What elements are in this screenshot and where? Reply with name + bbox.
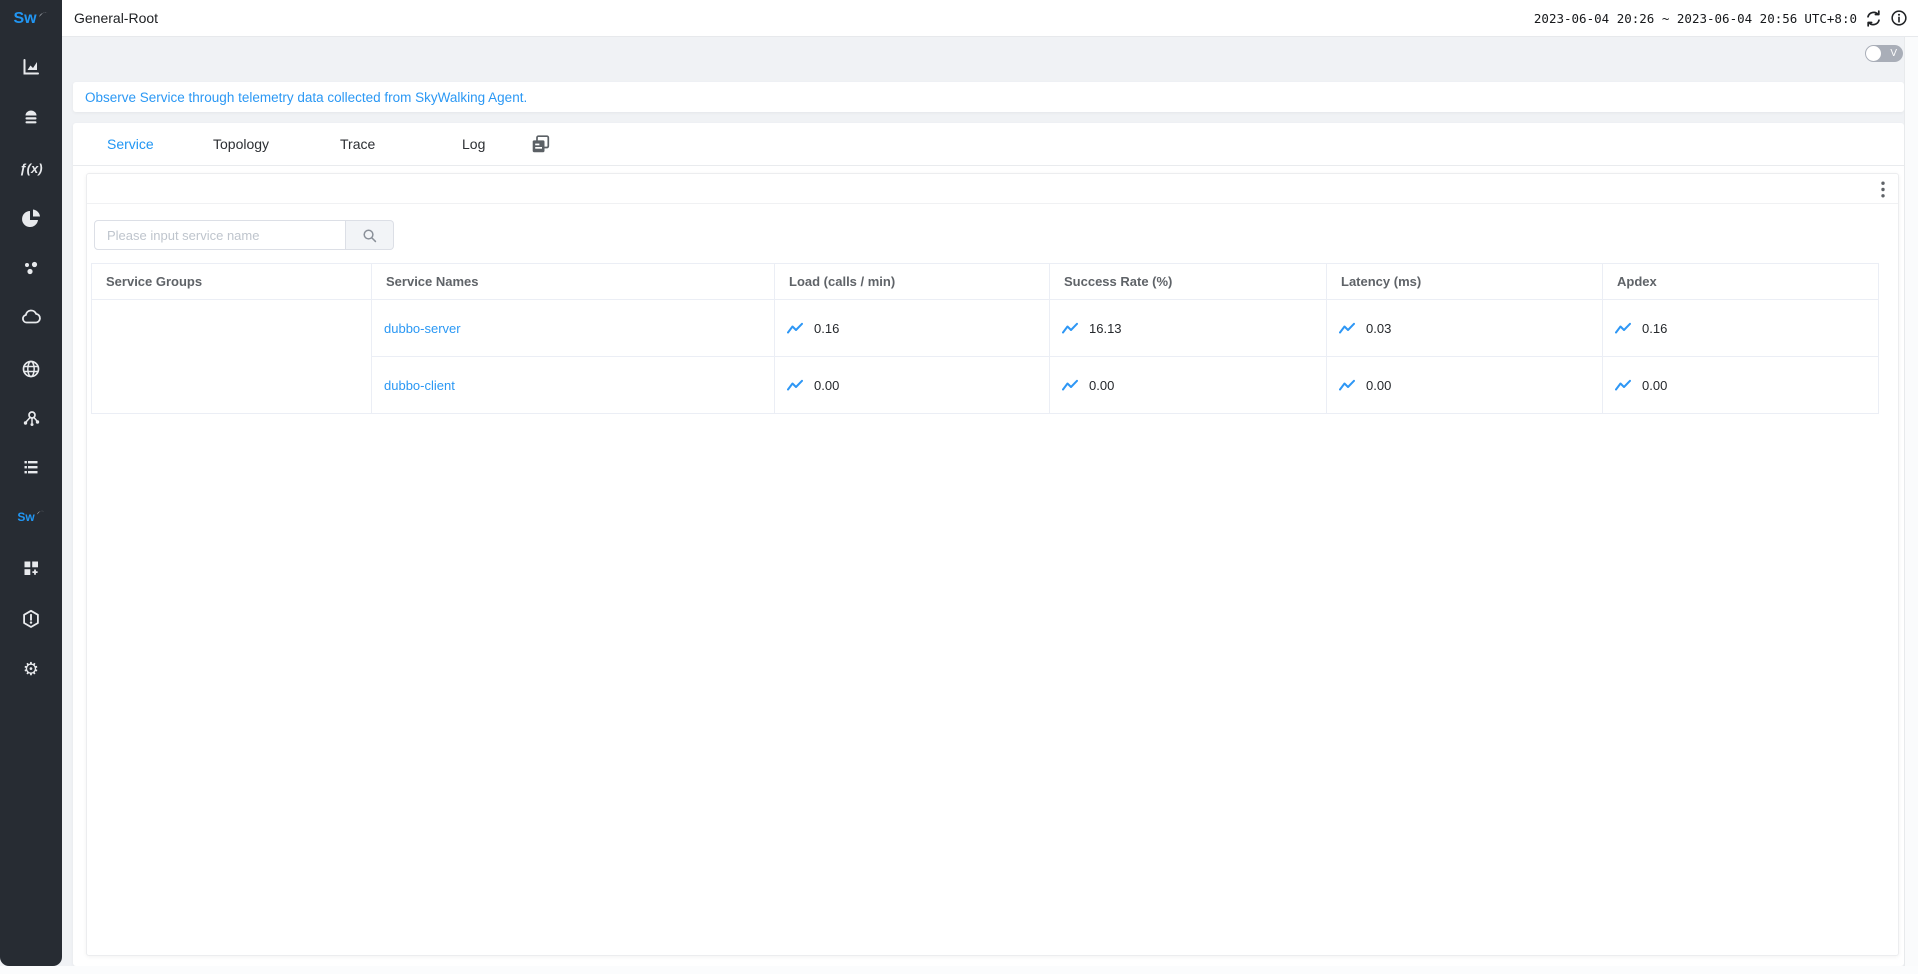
load-sparkline-button[interactable] [787,379,803,392]
timezone-selector[interactable]: UTC+8:0 [1804,11,1857,26]
sidebar-item-gateway[interactable] [0,349,62,389]
banner-link[interactable]: Observe Service through telemetry data c… [85,90,527,105]
trend-line-icon [1339,379,1355,392]
trend-line-icon [1615,379,1631,392]
search-row [94,220,1898,250]
tab-service[interactable]: Service [107,123,154,166]
sidebar-item-settings[interactable]: ⚙ [0,649,62,689]
trend-line-icon [1615,322,1631,335]
skywalking-mini-icon: Sw [17,510,34,524]
gear-icon: ⚙ [23,660,39,678]
col-success-rate: Success Rate (%) [1050,264,1327,300]
database-icon [21,107,41,127]
latency-sparkline-button[interactable] [1339,379,1355,392]
kebab-menu-icon [1881,181,1885,198]
service-group-cell [92,300,372,414]
latency-value: 0.00 [1366,378,1391,393]
success-rate-sparkline-button[interactable] [1062,322,1078,335]
toggle-label: V [1890,48,1897,59]
table-row: dubbo-server 0.16 16.13 0.03 0.16 [92,300,1879,357]
info-icon [1890,9,1908,27]
sidebar-item-self-observability[interactable]: Sw [0,497,62,537]
sidebar: Sw ƒ(x) Sw ⚙ [0,0,62,966]
sidebar-item-new-dashboard[interactable] [0,548,62,588]
time-range-picker[interactable]: 2023-06-04 20:26 ~ 2023-06-04 20:56 [1534,11,1797,26]
sidebar-item-list[interactable] [0,447,62,487]
main-card: Service Topology Trace Log [73,123,1904,966]
table-header-row: Service Groups Service Names Load (calls… [92,264,1879,300]
col-service-groups: Service Groups [92,264,372,300]
logo-swoosh-icon [38,10,49,19]
function-icon: ƒ(x) [19,161,42,176]
cluster-dots-icon [21,257,41,277]
success-rate-value: 0.00 [1089,378,1114,393]
info-button[interactable] [1890,9,1908,27]
apdex-value: 0.16 [1642,321,1667,336]
success-rate-value: 16.13 [1089,321,1122,336]
apdex-sparkline-button[interactable] [1615,379,1631,392]
widget-menu-button[interactable] [1881,181,1885,203]
copy-docs-icon [530,134,551,155]
sidebar-item-service-mesh[interactable] [0,247,62,287]
service-link-dubbo-server[interactable]: dubbo-server [384,321,461,336]
trend-line-icon [787,322,803,335]
sidebar-item-infrastructure[interactable] [0,297,62,337]
tab-log[interactable]: Log [462,123,485,166]
globe-icon [21,359,41,379]
topology-node-icon [21,408,41,428]
apdex-value: 0.00 [1642,378,1667,393]
description-banner: Observe Service through telemetry data c… [73,82,1904,112]
sub-toolbar: V [62,37,1918,73]
tabs-row: Service Topology Trace Log [73,123,1904,166]
tab-topology[interactable]: Topology [213,123,269,166]
trend-line-icon [1062,379,1078,392]
bar-chart-icon [21,57,41,77]
services-table: Service Groups Service Names Load (calls… [91,263,1879,414]
top-header: General-Root 2023-06-04 20:26 ~ 2023-06-… [62,0,1918,37]
sidebar-item-functions[interactable]: ƒ(x) [0,148,62,188]
skywalking-logo-text: Sw [13,10,36,28]
page-title: General-Root [74,10,158,26]
col-service-names: Service Names [372,264,775,300]
refresh-button[interactable] [1864,9,1883,28]
skywalking-logo[interactable]: Sw [0,6,62,32]
version-toggle[interactable]: V [1865,45,1903,62]
vertical-scrollbar[interactable] [1904,37,1918,966]
pie-chart-icon [21,208,41,228]
col-apdex: Apdex [1603,264,1879,300]
service-link-dubbo-client[interactable]: dubbo-client [384,378,455,393]
trend-line-icon [1062,322,1078,335]
trend-line-icon [1339,322,1355,335]
toggle-knob [1866,46,1881,61]
load-value: 0.00 [814,378,839,393]
trend-line-icon [787,379,803,392]
col-load: Load (calls / min) [775,264,1050,300]
load-value: 0.16 [814,321,839,336]
sidebar-item-alerting[interactable] [0,599,62,639]
refresh-icon [1864,9,1883,28]
tab-trace[interactable]: Trace [340,123,375,166]
service-list-widget: Service Groups Service Names Load (calls… [86,173,1899,956]
search-icon [361,227,378,244]
latency-sparkline-button[interactable] [1339,322,1355,335]
widget-header [87,174,1898,204]
sidebar-item-browser[interactable] [0,198,62,238]
col-latency: Latency (ms) [1327,264,1603,300]
sidebar-item-topology[interactable] [0,398,62,438]
success-rate-sparkline-button[interactable] [1062,379,1078,392]
load-sparkline-button[interactable] [787,322,803,335]
search-button[interactable] [346,220,394,250]
alert-hexagon-icon [21,609,41,629]
sidebar-item-general-service[interactable] [0,47,62,87]
apdex-sparkline-button[interactable] [1615,322,1631,335]
service-search-input[interactable] [94,220,346,250]
dashboard-add-icon [21,558,41,578]
mini-swoosh-icon [36,509,45,516]
sidebar-item-database[interactable] [0,97,62,137]
latency-value: 0.03 [1366,321,1391,336]
list-icon [21,457,41,477]
copy-dashboard-button[interactable] [530,134,551,160]
horizontal-scrollbar[interactable] [0,966,1918,974]
cloud-icon [20,307,42,327]
